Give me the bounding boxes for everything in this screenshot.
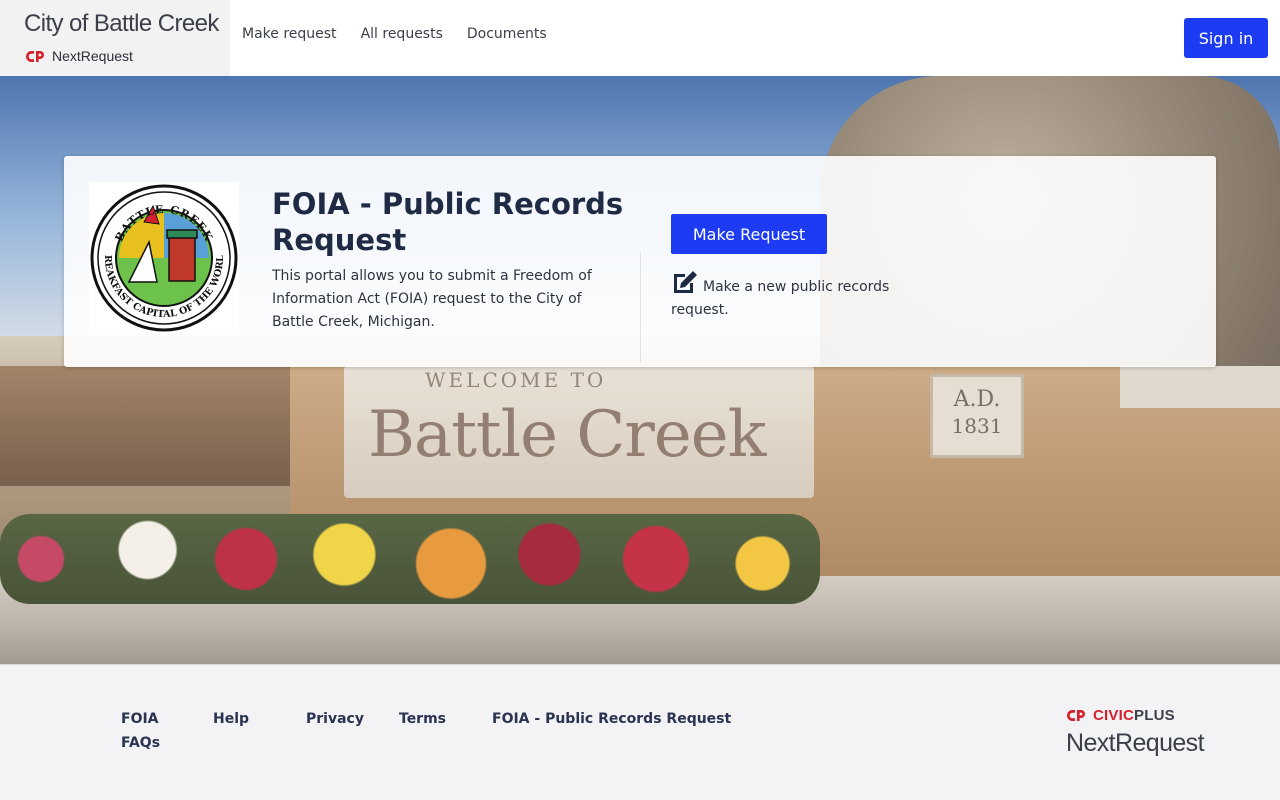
make-request-note: Make a new public records request. xyxy=(671,270,921,322)
city-seal-icon: BATTLE CREEK BREAKFAST CAPITAL OF THE WO… xyxy=(85,174,238,332)
nav-make-request[interactable]: Make request xyxy=(242,26,337,42)
brand-sub-label: NextRequest xyxy=(52,48,133,64)
footer-link-privacy[interactable]: Privacy xyxy=(306,707,364,731)
footer-link-foia-faqs[interactable]: FOIA FAQs xyxy=(121,707,181,755)
intro-card: BATTLE CREEK BREAKFAST CAPITAL OF THE WO… xyxy=(64,156,1216,367)
city-seal: BATTLE CREEK BREAKFAST CAPITAL OF THE WO… xyxy=(85,174,239,334)
nextrequest-footer-logo[interactable]: NextRequest xyxy=(1066,729,1205,758)
main-nav: Make request All requests Documents xyxy=(242,26,571,42)
civicplus-footer-mark-icon xyxy=(1067,710,1085,721)
brand-block[interactable]: City of Battle Creek NextRequest xyxy=(0,0,230,76)
sign-in-button[interactable]: Sign in xyxy=(1184,18,1268,58)
civic-word: CIVIC xyxy=(1093,707,1135,724)
card-title: FOIA - Public Records Request xyxy=(272,187,624,257)
site-footer: FOIA FAQs Help Privacy Terms FOIA - Publ… xyxy=(0,664,1280,800)
make-request-note-text: Make a new public records request. xyxy=(671,279,890,318)
footer-link-help[interactable]: Help xyxy=(213,707,249,731)
civicplus-wordmark: CIVICPLUS xyxy=(1093,707,1175,724)
make-request-button[interactable]: Make Request xyxy=(671,214,827,254)
brand-subtitle: NextRequest xyxy=(25,48,133,64)
nav-all-requests[interactable]: All requests xyxy=(361,26,443,42)
card-divider xyxy=(640,252,641,362)
civicplus-logo[interactable]: CIVICPLUS xyxy=(1066,707,1175,724)
plus-word: PLUS xyxy=(1134,707,1175,724)
top-header: City of Battle Creek NextRequest Make re… xyxy=(0,0,1280,76)
civicplus-mark-icon xyxy=(26,50,44,62)
footer-link-terms[interactable]: Terms xyxy=(399,707,446,731)
hero-banner: WELCOME TO Battle Creek A.D. 1831 BATTLE… xyxy=(0,76,1280,664)
nav-documents[interactable]: Documents xyxy=(467,26,547,42)
edit-note-icon xyxy=(674,271,697,293)
footer-link-foia-request[interactable]: FOIA - Public Records Request xyxy=(492,707,731,731)
brand-title[interactable]: City of Battle Creek xyxy=(24,10,219,38)
card-description: This portal allows you to submit a Freed… xyxy=(272,268,592,330)
